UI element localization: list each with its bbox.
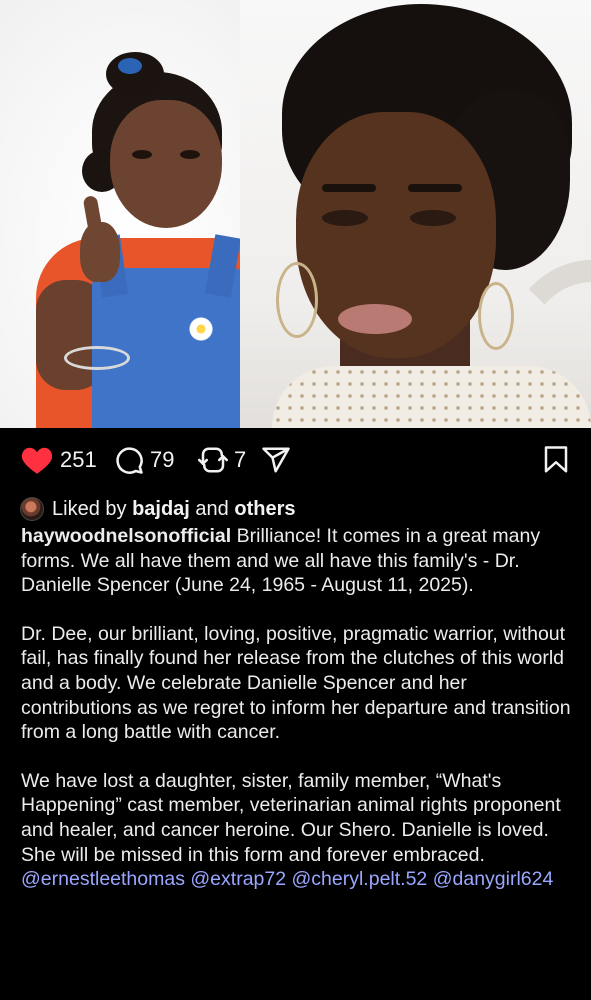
mention-link[interactable]: @cheryl.pelt.52	[292, 868, 428, 890]
lips	[338, 304, 412, 334]
hair-bow	[118, 58, 142, 74]
hoop-earring	[276, 262, 318, 338]
caption-paragraph: We have lost a daughter, sister, family …	[21, 769, 561, 866]
repost-count: 7	[234, 447, 247, 472]
repost-button[interactable]: 7	[198, 444, 246, 476]
repost-icon	[198, 445, 228, 475]
liked-by-row[interactable]: Liked by bajdaj and others	[20, 496, 295, 522]
mention-link[interactable]: @ernestleethomas	[21, 868, 185, 890]
post-image[interactable]	[0, 0, 591, 428]
eyebrow	[322, 184, 376, 192]
eyebrow	[408, 184, 462, 192]
liked-by-others[interactable]: others	[234, 498, 295, 521]
bracelet	[64, 346, 130, 370]
like-count: 251	[60, 447, 97, 472]
bookmark-icon	[541, 445, 571, 475]
polka-dot-top	[272, 366, 591, 428]
share-icon	[260, 445, 292, 475]
eye	[180, 150, 200, 159]
comment-button[interactable]: 79	[114, 444, 174, 476]
post-caption: haywoodnelsonofficial Brilliance! It com…	[21, 524, 576, 916]
mention-link[interactable]: @danygirl624	[433, 868, 554, 890]
share-button[interactable]	[260, 444, 292, 476]
eye	[322, 210, 368, 226]
comment-icon	[114, 445, 144, 475]
flower-patch	[186, 314, 216, 344]
save-button[interactable]	[541, 444, 571, 476]
eye	[410, 210, 456, 226]
like-button[interactable]: 251	[20, 444, 97, 476]
comment-count: 79	[150, 447, 175, 472]
liked-by-and: and	[195, 497, 229, 520]
avatar[interactable]	[20, 497, 44, 521]
heart-icon	[20, 445, 54, 475]
caption-paragraph: Dr. Dee, our brilliant, loving, positive…	[21, 622, 571, 744]
caption-username[interactable]: haywoodnelsonofficial	[21, 525, 231, 547]
liked-by-user[interactable]: bajdaj	[132, 498, 190, 521]
mention-link[interactable]: @extrap72	[190, 868, 286, 890]
eye	[132, 150, 152, 159]
child-face	[110, 100, 222, 228]
hand	[80, 222, 120, 282]
liked-by-prefix: Liked by	[52, 497, 127, 520]
hoop-earring	[478, 282, 514, 350]
